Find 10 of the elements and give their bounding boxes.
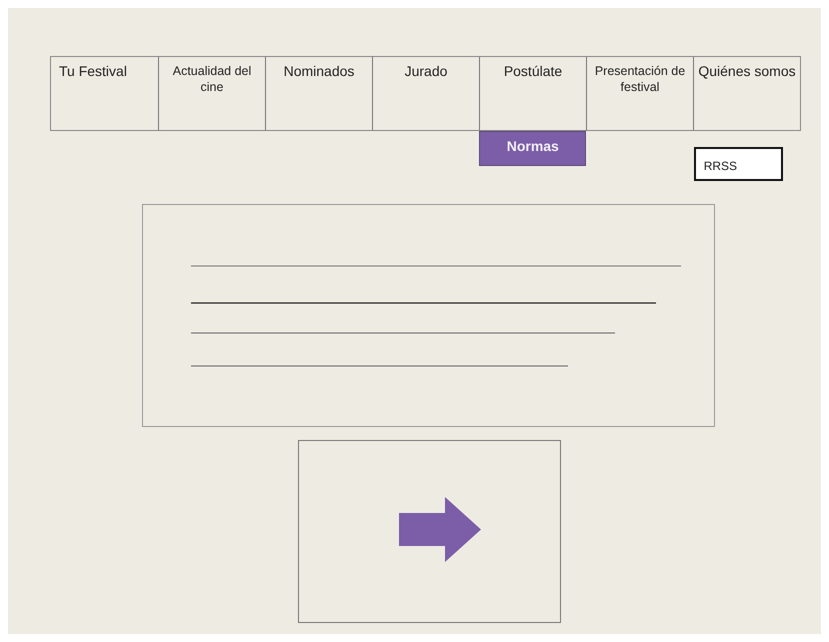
- submenu-item[interactable]: Normas: [479, 131, 586, 166]
- nav-item[interactable]: Nominados: [265, 57, 372, 130]
- nav-item[interactable]: Actualidad del cine: [158, 57, 265, 130]
- nav-item[interactable]: Jurado: [372, 57, 479, 130]
- nav-item[interactable]: Presentación de festival: [586, 57, 693, 130]
- nav-item[interactable]: Postúlate: [479, 57, 586, 130]
- arrow-right-icon[interactable]: [398, 497, 480, 562]
- social-button[interactable]: RRSS: [694, 147, 783, 181]
- nav-item[interactable]: Quiénes somos: [693, 57, 800, 130]
- nav-item[interactable]: Tu Festival: [51, 57, 158, 130]
